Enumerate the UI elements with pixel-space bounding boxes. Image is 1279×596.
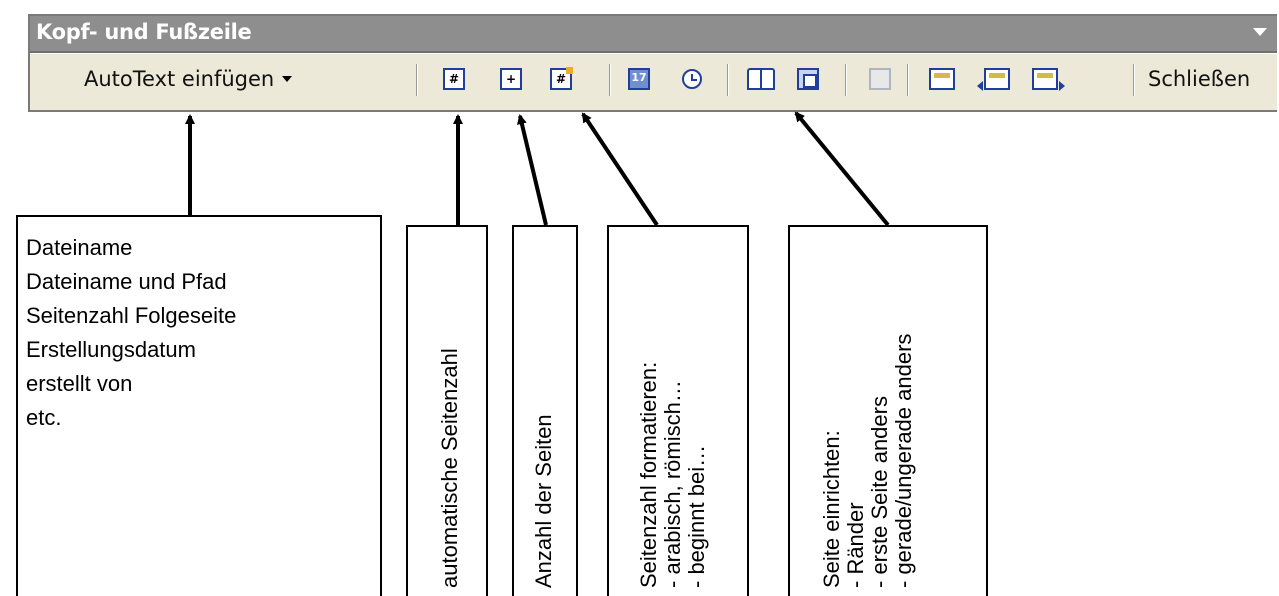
callout-vertical-text: Anzahl der Seiten — [531, 414, 556, 588]
arrow-page-count — [516, 114, 548, 226]
callout-line: Seitenzahl Folgeseite — [26, 303, 237, 328]
callout-line: erstellt von — [26, 371, 133, 396]
callout-page-setup: Seite einrichten: - Ränder - erste Seite… — [788, 225, 988, 596]
arrow-format — [581, 112, 659, 227]
callout-vertical-text: Seite einrichten: - Ränder - erste Seite… — [819, 333, 916, 588]
callout-line: etc. — [26, 405, 62, 430]
arrow-page-setup — [794, 111, 890, 227]
callout-vertical-text: Seitenzahl formatieren: - arabisch, römi… — [636, 361, 709, 588]
callout-autotext: Dateiname Dateiname und Pfad Seitenzahl … — [16, 215, 382, 596]
callout-format-page-number: Seitenzahl formatieren: - arabisch, römi… — [607, 225, 749, 596]
callout-vertical-text: automatische Seitenzahl — [437, 348, 462, 588]
callout-line: Dateiname und Pfad — [26, 269, 227, 294]
callout-line: Erstellungsdatum — [26, 337, 196, 362]
callout-line: Dateiname — [26, 235, 133, 260]
callout-page-number: automatische Seitenzahl — [406, 225, 488, 596]
callout-page-count: Anzahl der Seiten — [512, 225, 578, 596]
